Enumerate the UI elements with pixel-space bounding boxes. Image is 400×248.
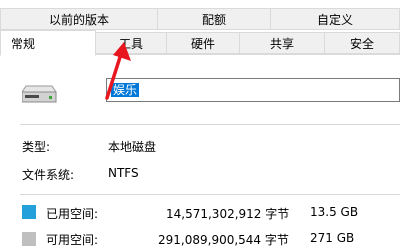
red-arrow-annotation bbox=[105, 42, 131, 100]
